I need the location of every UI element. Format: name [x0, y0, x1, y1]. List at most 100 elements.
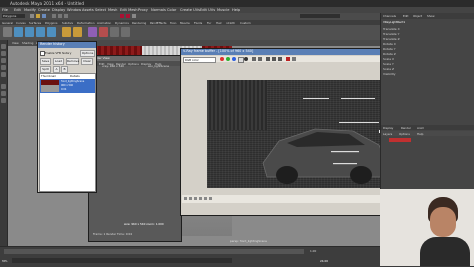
end-time-field[interactable]: 24.00 — [320, 259, 328, 263]
history-b-button[interactable]: B — [61, 66, 68, 73]
menu-file[interactable]: File — [2, 8, 8, 12]
layer-menu-help[interactable]: Help — [417, 132, 423, 136]
menu-edit[interactable]: Edit — [14, 8, 21, 12]
srgb-icon[interactable] — [204, 197, 207, 200]
levels-icon[interactable] — [189, 197, 192, 200]
menu-select[interactable]: Select — [95, 8, 106, 12]
poly-cube-icon[interactable] — [25, 27, 34, 37]
poly-cylinder-icon[interactable] — [36, 27, 45, 37]
poly-plane-icon[interactable] — [47, 27, 56, 37]
layer-tab-render[interactable]: Render — [401, 126, 411, 130]
select-component-icon[interactable] — [64, 14, 68, 18]
quick-select-field[interactable] — [300, 14, 340, 18]
region-render-icon[interactable] — [272, 56, 276, 61]
select-tool-icon[interactable] — [1, 44, 6, 49]
select-hierarchy-icon[interactable] — [52, 14, 56, 18]
exposure-icon[interactable] — [199, 197, 202, 200]
menu-display[interactable]: Display — [52, 8, 65, 12]
menu-create[interactable]: Create — [38, 8, 50, 12]
channel-row[interactable]: Translate X — [383, 27, 473, 31]
history-list[interactable]: Thumbnail Details front_lightingScene 96… — [39, 73, 96, 192]
menu-muscle[interactable]: Muscle — [217, 8, 229, 12]
render-view-menu-options[interactable]: Options — [128, 62, 139, 66]
channel-row[interactable]: Scale Z — [383, 67, 473, 71]
layer-tab-anim[interactable]: Anim — [417, 126, 424, 130]
viewport-menu-shading[interactable]: Shading — [22, 41, 33, 45]
stop-render-icon[interactable] — [292, 56, 296, 61]
layout-four-icon[interactable] — [1, 91, 6, 96]
scale-tool-icon[interactable] — [1, 72, 6, 77]
render-current-icon[interactable] — [120, 14, 124, 18]
camera-icon[interactable] — [110, 27, 119, 37]
menu-assets[interactable]: Assets — [82, 8, 94, 12]
open-scene-icon[interactable] — [36, 14, 40, 18]
history-options-button[interactable]: Options — [80, 50, 95, 57]
red-channel-icon[interactable] — [220, 56, 224, 61]
layout-two-icon[interactable] — [1, 98, 6, 103]
menu-mesh[interactable]: Mesh — [108, 8, 117, 12]
script-icon[interactable] — [121, 27, 130, 37]
channel-row[interactable]: Scale X — [383, 57, 473, 61]
channel-row[interactable]: Visibility — [383, 72, 473, 76]
layer-tab-display[interactable]: Display — [383, 126, 393, 130]
menu-modify[interactable]: Modify — [24, 8, 36, 12]
poly-sphere-icon[interactable] — [14, 27, 23, 37]
channel-row[interactable]: Rotate X — [383, 42, 473, 46]
spot-light-icon[interactable] — [73, 27, 82, 37]
select-object-icon[interactable] — [58, 14, 62, 18]
time-slider[interactable] — [4, 249, 304, 254]
mode-selector[interactable]: Polygons — [2, 14, 25, 18]
channel-tab-show[interactable]: Show — [427, 14, 435, 18]
menu-proxy[interactable]: Proxy — [138, 8, 148, 12]
channel-row[interactable]: Translate Y — [383, 32, 473, 36]
render-icon[interactable] — [99, 27, 108, 37]
track-mouse-icon[interactable] — [278, 56, 282, 61]
lasso-tool-icon[interactable] — [1, 51, 6, 56]
menu-edit-uvs[interactable]: Edit UVs — [200, 8, 215, 12]
channel-tab-edit[interactable]: Edit — [403, 14, 408, 18]
history-split-button[interactable]: Split — [40, 66, 51, 73]
command-line[interactable] — [12, 258, 232, 263]
viewport-menu-view[interactable]: View — [12, 41, 19, 45]
channel-row[interactable]: Rotate Y — [383, 47, 473, 51]
channel-row[interactable]: Translate Z — [383, 37, 473, 41]
mono-channel-icon[interactable] — [244, 56, 248, 61]
channel-tab-channels[interactable]: Channels — [383, 14, 396, 18]
shelf-menu-icon[interactable] — [3, 27, 12, 37]
move-tool-icon[interactable] — [1, 58, 6, 63]
layer-menu-layers[interactable]: Layers — [383, 132, 392, 136]
current-frame-field[interactable]: 1.00 — [310, 249, 316, 253]
menu-edit-mesh[interactable]: Edit Mesh — [120, 8, 138, 12]
menu-window[interactable]: Window — [67, 8, 81, 12]
history-entry[interactable]: front_lightingScene 960 x 540 0:04 — [40, 79, 95, 93]
ipr-render-icon[interactable] — [126, 14, 130, 18]
vfb-channel-select[interactable]: RGB color — [183, 56, 216, 63]
save-image-icon[interactable] — [252, 56, 256, 61]
clear-image-icon[interactable] — [258, 56, 262, 61]
menu-create-uvs[interactable]: Create UVs — [180, 8, 200, 12]
history-remove-button[interactable]: Remove — [66, 58, 79, 65]
history-load-button[interactable]: Load — [53, 58, 64, 65]
lut-icon[interactable] — [209, 197, 212, 200]
color-corrections-icon[interactable] — [184, 197, 187, 200]
layer-menu-options[interactable]: Options — [399, 132, 410, 136]
curve-icon[interactable] — [194, 197, 197, 200]
menu-normals[interactable]: Normals — [151, 8, 166, 12]
blue-channel-icon[interactable] — [232, 56, 236, 61]
vfb-render-canvas[interactable] — [207, 80, 398, 188]
render-settings-icon[interactable] — [132, 14, 136, 18]
history-save-button[interactable]: Save — [40, 58, 51, 65]
history-clear-button[interactable]: Clear — [81, 58, 93, 65]
menu-help[interactable]: Help — [232, 8, 240, 12]
menu-color[interactable]: Color — [167, 8, 176, 12]
layout-single-icon[interactable] — [1, 84, 6, 89]
layer-color-swatch[interactable] — [389, 138, 411, 142]
save-scene-icon[interactable] — [42, 14, 46, 18]
material-icon[interactable] — [88, 27, 97, 37]
channel-row[interactable]: Rotate Z — [383, 52, 473, 56]
light-icon[interactable] — [62, 27, 71, 37]
new-scene-icon[interactable] — [30, 14, 34, 18]
render-last-icon[interactable] — [286, 56, 290, 61]
rotate-tool-icon[interactable] — [1, 65, 6, 70]
history-a-button[interactable]: A — [53, 66, 60, 73]
